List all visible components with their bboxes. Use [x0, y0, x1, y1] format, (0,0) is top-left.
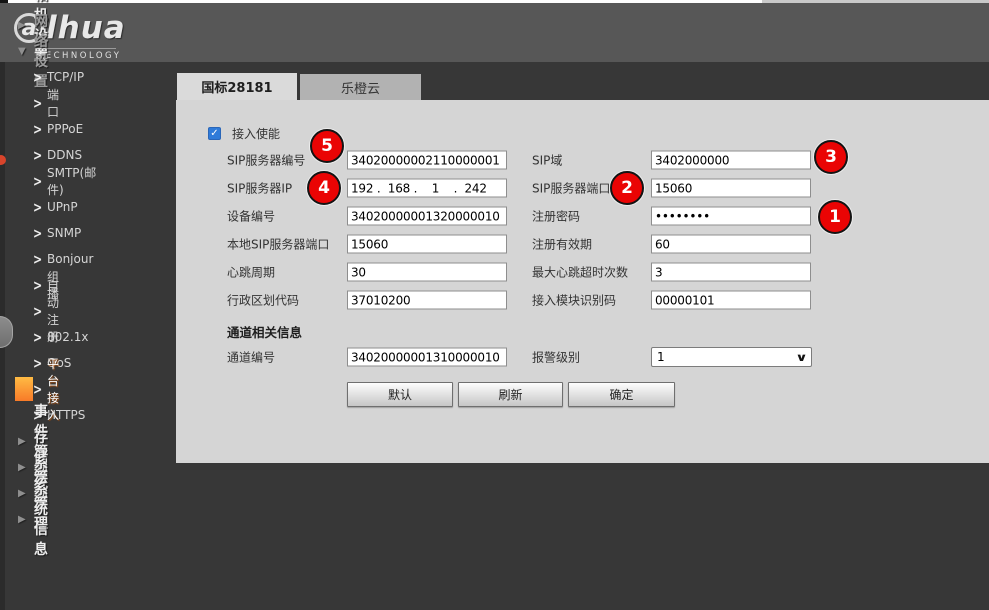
field-label-left: 本地SIP服务器端口: [227, 236, 329, 253]
chevron-down-icon: ∨: [795, 351, 808, 364]
channel-row: 通道编号 报警级别: [0, 343, 989, 371]
annotation-circle: 1: [818, 200, 852, 234]
default-button[interactable]: 默认: [347, 382, 453, 407]
sidebar-item-label: PPPoE: [47, 122, 83, 136]
chevron-right-icon: >: [33, 69, 47, 85]
chevron-right-icon: >: [33, 121, 47, 137]
form-row: 心跳周期 最大心跳超时次数: [0, 258, 989, 286]
channel-section-header: 通道相关信息: [227, 322, 302, 341]
text-input-left[interactable]: [347, 263, 507, 282]
text-input-right[interactable]: [651, 179, 811, 198]
form-row: 本地SIP服务器端口 注册有效期: [0, 230, 989, 258]
field-label-left: SIP服务器IP: [227, 180, 292, 197]
annotation-circle: 2: [610, 171, 644, 205]
annotation-number: 2: [621, 178, 633, 198]
annotation-number: 5: [321, 136, 333, 156]
logo-technology-text: TECHNOLOGY: [38, 48, 116, 61]
text-input-left[interactable]: [347, 179, 507, 198]
annotation-number: 3: [825, 147, 837, 167]
chevron-right-icon: >: [33, 381, 47, 397]
annotation-circle: 4: [307, 171, 341, 205]
sidebar-item[interactable]: > 端口: [0, 90, 33, 116]
text-input-right[interactable]: [651, 291, 811, 310]
form-row: 行政区划代码 接入模块识别码: [0, 286, 989, 314]
triangle-right-icon: ▶: [18, 514, 34, 525]
sidebar-item[interactable]: ▶ 系统信息: [0, 506, 18, 532]
annotation-number: 4: [318, 178, 330, 198]
sidebar-item[interactable]: > 平台接入: [15, 377, 33, 401]
refresh-button[interactable]: 刷新: [458, 382, 563, 407]
field-label-right: SIP服务器端口: [532, 180, 610, 197]
triangle-down-icon: ▼: [18, 46, 34, 57]
sidebar-item-label: 系统信息: [34, 479, 48, 559]
text-input-right[interactable]: [651, 207, 811, 226]
annotation-circle: 5: [310, 129, 344, 163]
sidebar-item[interactable]: ▶ 存储管理: [0, 454, 18, 480]
sidebar-item[interactable]: > HTTPS: [0, 402, 33, 428]
triangle-right-icon: ▶: [18, 462, 34, 473]
sidebar-item[interactable]: > PPPoE: [0, 116, 33, 142]
triangle-right-icon: ▶: [18, 436, 34, 447]
tab-label: 乐橙云: [341, 78, 380, 97]
text-input-right[interactable]: [651, 235, 811, 254]
access-enable-row: ✓ 接入使能: [208, 121, 280, 145]
tab-gb28181[interactable]: 国标28181: [177, 73, 297, 100]
sidebar-item[interactable]: > TCP/IP: [0, 64, 33, 90]
access-enable-label: 接入使能: [232, 125, 280, 142]
field-label-left: 心跳周期: [227, 264, 275, 281]
logo-wordmark: lhua: [46, 10, 126, 46]
text-input-left[interactable]: [347, 291, 507, 310]
field-label-right: SIP域: [532, 152, 562, 169]
sidebar-item[interactable]: ▶ 事件管理: [0, 428, 18, 454]
sidebar-item[interactable]: ▶ 相机设置: [0, 12, 18, 38]
form-row: SIP服务器IP SIP服务器端口: [0, 174, 989, 202]
field-label-right: 注册有效期: [532, 236, 592, 253]
header-bar: a lhua TECHNOLOGY: [0, 3, 989, 62]
alarm-level-select[interactable]: 1 ∨: [651, 347, 812, 367]
sidebar-item[interactable]: ▶ 系统管理: [0, 480, 18, 506]
sidebar-item-label: HTTPS: [47, 408, 85, 422]
alarm-level-label: 报警级别: [532, 349, 580, 366]
chevron-right-icon: >: [33, 407, 47, 423]
text-input-left[interactable]: [347, 207, 507, 226]
field-label-left: SIP服务器编号: [227, 152, 305, 169]
field-label-left: 行政区划代码: [227, 292, 299, 309]
sidebar-item[interactable]: ▼ 网络设置: [0, 38, 18, 64]
sidebar-item-label: TCP/IP: [47, 70, 84, 84]
text-input-right[interactable]: [651, 263, 811, 282]
text-input-right[interactable]: [651, 151, 811, 170]
confirm-button[interactable]: 确定: [568, 382, 675, 407]
chevron-right-icon: >: [33, 95, 47, 111]
field-label-right: 注册密码: [532, 208, 580, 225]
tab-label: 国标28181: [201, 77, 272, 96]
sidebar-item-label: 802.1x: [47, 330, 88, 344]
annotation-number: 1: [829, 207, 841, 227]
field-label-left: 设备编号: [227, 208, 275, 225]
field-label-right: 最大心跳超时次数: [532, 264, 628, 281]
triangle-right-icon: ▶: [18, 488, 34, 499]
channel-id-label: 通道编号: [227, 349, 275, 366]
access-enable-checkbox[interactable]: ✓: [208, 127, 221, 140]
triangle-right-icon: ▶: [18, 20, 34, 31]
text-input-left[interactable]: [347, 235, 507, 254]
text-input-left[interactable]: [347, 151, 507, 170]
annotation-circle: 3: [814, 140, 848, 174]
channel-id-input[interactable]: [347, 348, 507, 367]
sidebar-item-label: 端口: [47, 86, 59, 120]
tab-lechange[interactable]: 乐橙云: [300, 74, 421, 100]
alarm-level-value: 1: [657, 350, 665, 364]
field-label-right: 接入模块识别码: [532, 292, 616, 309]
app-window: a lhua TECHNOLOGY ▶ 相机设置 ▼ 网络设置 > TCP/IP…: [0, 0, 989, 610]
